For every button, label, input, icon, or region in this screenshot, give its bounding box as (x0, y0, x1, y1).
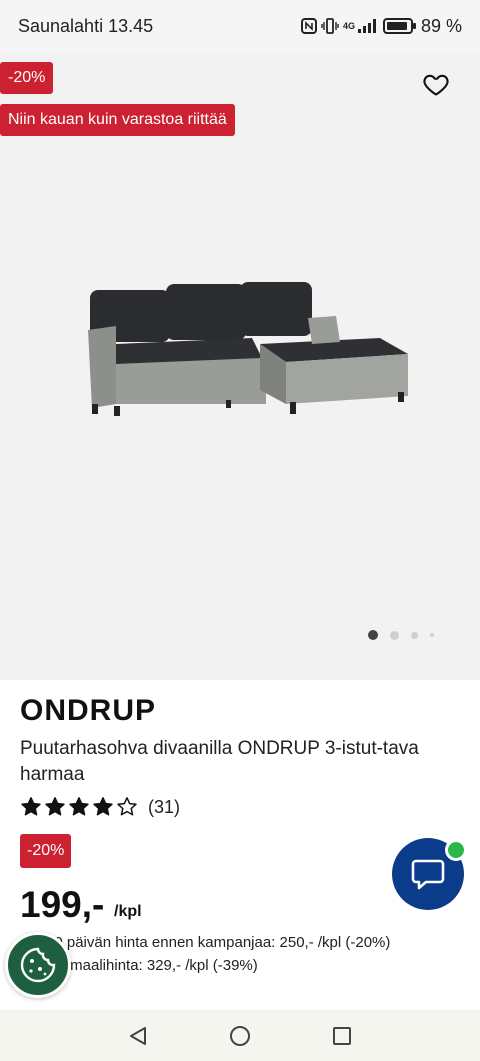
battery-icon (382, 18, 416, 34)
status-bar: Saunalahti 13.45 4G 89 % (0, 0, 480, 52)
back-triangle-icon (130, 1026, 146, 1045)
heart-outline-icon[interactable] (422, 70, 450, 98)
star-filled-icon (45, 797, 65, 816)
system-nav-bar (0, 1010, 480, 1061)
cookie-settings-button[interactable] (5, 932, 71, 998)
star-filled-icon (21, 797, 41, 816)
price-unit: /kpl (114, 903, 142, 920)
rating-count: (31) (148, 796, 181, 817)
cookie-icon (20, 947, 56, 983)
normal-price: Normaalihinta: 329,- /kpl (-39%) (46, 957, 258, 974)
price: 199,- (20, 884, 105, 925)
star-filled-icon (93, 797, 113, 816)
star-filled-icon (69, 797, 89, 816)
product-photo (88, 282, 408, 416)
battery-percent: 89 % (420, 15, 462, 36)
nfc-icon (300, 18, 317, 34)
carrier-time: Saunalahti 13.45 (18, 15, 154, 36)
home-circle-icon (230, 1025, 250, 1046)
carousel-dot[interactable] (430, 633, 434, 637)
star-empty-icon (117, 797, 137, 816)
vibrate-icon (321, 18, 339, 34)
online-status-dot (445, 839, 467, 861)
network-type: 4G (342, 21, 355, 31)
nav-home-button[interactable] (226, 1022, 254, 1050)
nav-back-button[interactable] (124, 1022, 152, 1050)
carousel-dot[interactable] (411, 631, 418, 639)
previous-price: 30 päivän hinta ennen kampanjaa: 250,- /… (46, 934, 391, 951)
product-brand: ONDRUP (20, 694, 157, 727)
signal-icon (357, 19, 376, 33)
status-icons: 4G 89 % (300, 15, 462, 37)
carousel-dots[interactable] (368, 630, 434, 640)
nav-recents-button[interactable] (328, 1022, 356, 1050)
carousel-dot[interactable] (390, 630, 399, 640)
recents-square-icon (333, 1026, 351, 1045)
carousel-dot[interactable] (368, 630, 378, 640)
rating-stars (20, 796, 138, 818)
discount-badge: -20% (0, 62, 54, 94)
product-description: Puutarhasohva divaanilla ONDRUP 3-istut-… (20, 738, 419, 785)
stock-badge: Niin kauan kuin varastoa riittää (0, 104, 235, 136)
chat-bubble-icon (411, 859, 445, 890)
price-discount-badge: -20% (20, 834, 72, 868)
product-rating[interactable]: (31) (20, 796, 180, 818)
product-image-carousel[interactable]: -20% Niin kauan kuin varastoa riittää (0, 52, 480, 680)
